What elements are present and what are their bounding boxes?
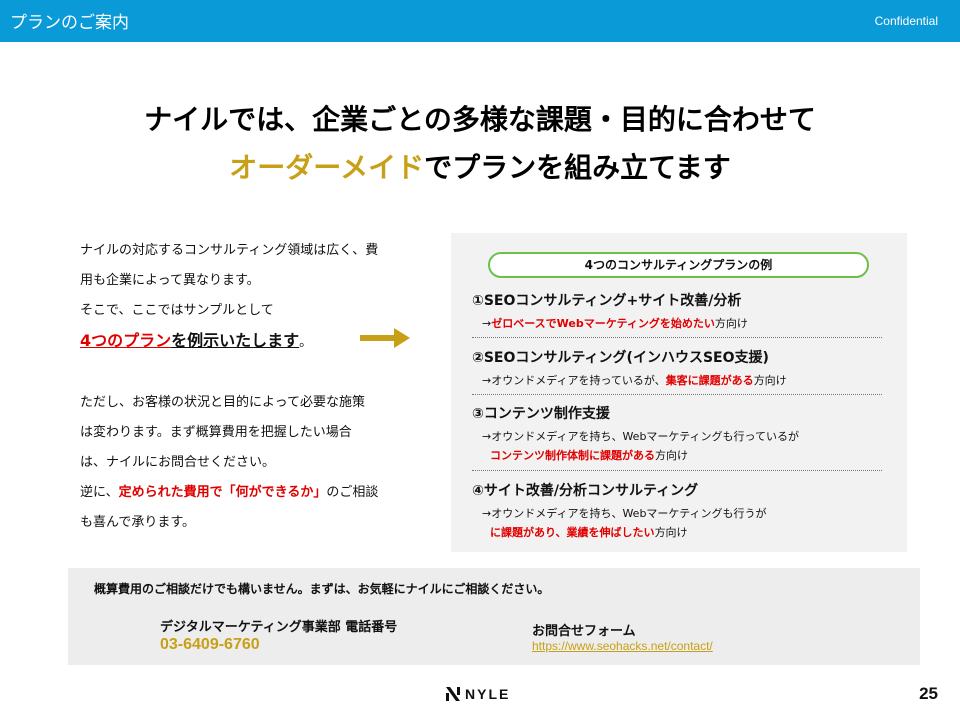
confidential-label: Confidential [874, 14, 938, 28]
intro-four-plans: 4つのプラン [80, 331, 172, 350]
divider [472, 394, 882, 395]
plan-title: ④サイト改善/分析コンサルティング [472, 483, 699, 499]
plan-target: →ゼロベースでWebマーケティングを始めたい方向け [482, 315, 882, 331]
intro-line: ナイルの対応するコンサルティング領域は広く、費 [80, 243, 379, 258]
page-section-title: プランのご案内 [10, 13, 129, 33]
plan-red-text: コンテンツ制作体制に課題がある [490, 449, 655, 462]
plan-suffix: 方向け [714, 317, 748, 330]
plan-suffix: 方向け [753, 374, 787, 387]
headline-line2-rest: でプランを組み立てます [424, 151, 731, 184]
plan-red-text: に課題があり、業績を伸ばしたい [490, 526, 655, 539]
plan-suffix: 方向け [654, 526, 688, 539]
plan-red-text: 集客に課題がある [665, 374, 754, 387]
contact-form-link[interactable]: https://www.seohacks.net/contact/ [532, 639, 713, 653]
headline-line1: ナイルでは、企業ごとの多様な課題・目的に合わせて [144, 103, 816, 136]
intro-line: は変わります。まず概算費用を把握したい場合 [80, 425, 352, 440]
intro-period: 。 [299, 335, 313, 350]
divider [472, 470, 882, 471]
headline-line2: オーダーメイドでプランを組み立てます [0, 146, 960, 186]
plan-target: →オウンドメディアを持ち、Webマーケティングも行うが [482, 507, 767, 520]
intro-examples: を例示いたします [171, 331, 300, 350]
plan-1: ①SEOコンサルティング+サイト改善/分析 →ゼロベースでWebマーケティングを… [472, 290, 882, 331]
plan-suffix: 方向け [655, 449, 688, 462]
plan-title: ②SEOコンサルティング(インハウスSEO支援) [472, 350, 769, 366]
intro-red-phrase: 定められた費用で「何ができるか」 [118, 485, 327, 500]
plan-2: ②SEOコンサルティング(インハウスSEO支援) →オウンドメディアを持っている… [472, 347, 882, 388]
plan-target-cont: に課題があり、業績を伸ばしたい方向け [490, 524, 882, 540]
intro-line: ただし、お客様の状況と目的によって必要な施策 [80, 395, 365, 410]
plan-target-cont: コンテンツ制作体制に課題がある方向け [490, 447, 882, 463]
headline-highlight: オーダーメイド [229, 151, 425, 184]
plan-3: ③コンテンツ制作支援 →オウンドメディアを持ち、Webマーケティングも行っている… [472, 403, 882, 463]
plan-target: →オウンドメディアを持っているが、集客に課題がある方向け [482, 372, 882, 388]
contact-note: 概算費用のご相談だけでも構いません。まずは、お気軽にナイルにご相談ください。 [94, 582, 550, 596]
header-bar [0, 0, 960, 42]
intro-line: 逆に、定められた費用で「何ができるか」のご相談 [80, 478, 425, 508]
intro-text: ナイルの対応するコンサルティング領域は広く、費 用も企業によって異なります。 そ… [80, 236, 425, 538]
nyle-mark-icon [446, 687, 460, 701]
intro-line: も喜んで承ります。 [80, 515, 196, 530]
department-label: デジタルマーケティング事業部 電話番号 [160, 620, 398, 635]
plan-prefix: →オウンドメディアを持っているが、 [482, 374, 666, 387]
plan-title: ①SEOコンサルティング+サイト改善/分析 [472, 293, 742, 309]
right-arrow-icon [360, 328, 410, 348]
divider [472, 337, 882, 338]
intro-line: は、ナイルにお問合せください。 [80, 455, 276, 470]
intro-line: 用も企業によって異なります。 [80, 273, 260, 288]
contact-form-label: お問合せフォーム [532, 624, 636, 639]
logo-text: NYLE [465, 686, 511, 702]
plan-title: ③コンテンツ制作支援 [472, 406, 610, 422]
phone-number: 03-6409-6760 [160, 636, 260, 653]
page-number: 25 [919, 684, 938, 703]
plan-target: →オウンドメディアを持ち、Webマーケティングも行っているが [482, 430, 799, 443]
arrow-text: → [482, 317, 492, 330]
plan-examples-heading: 4つのコンサルティングプランの例 [488, 252, 869, 278]
intro-segment: 逆に、 [80, 485, 119, 500]
plan-red-text: ゼロベースでWebマーケティングを始めたい [491, 317, 715, 330]
plan-4: ④サイト改善/分析コンサルティング →オウンドメディアを持ち、Webマーケティン… [472, 480, 882, 540]
nyle-logo: NYLE [445, 684, 510, 704]
intro-line: そこで、ここではサンプルとして [80, 303, 274, 318]
intro-segment: のご相談 [326, 485, 379, 500]
